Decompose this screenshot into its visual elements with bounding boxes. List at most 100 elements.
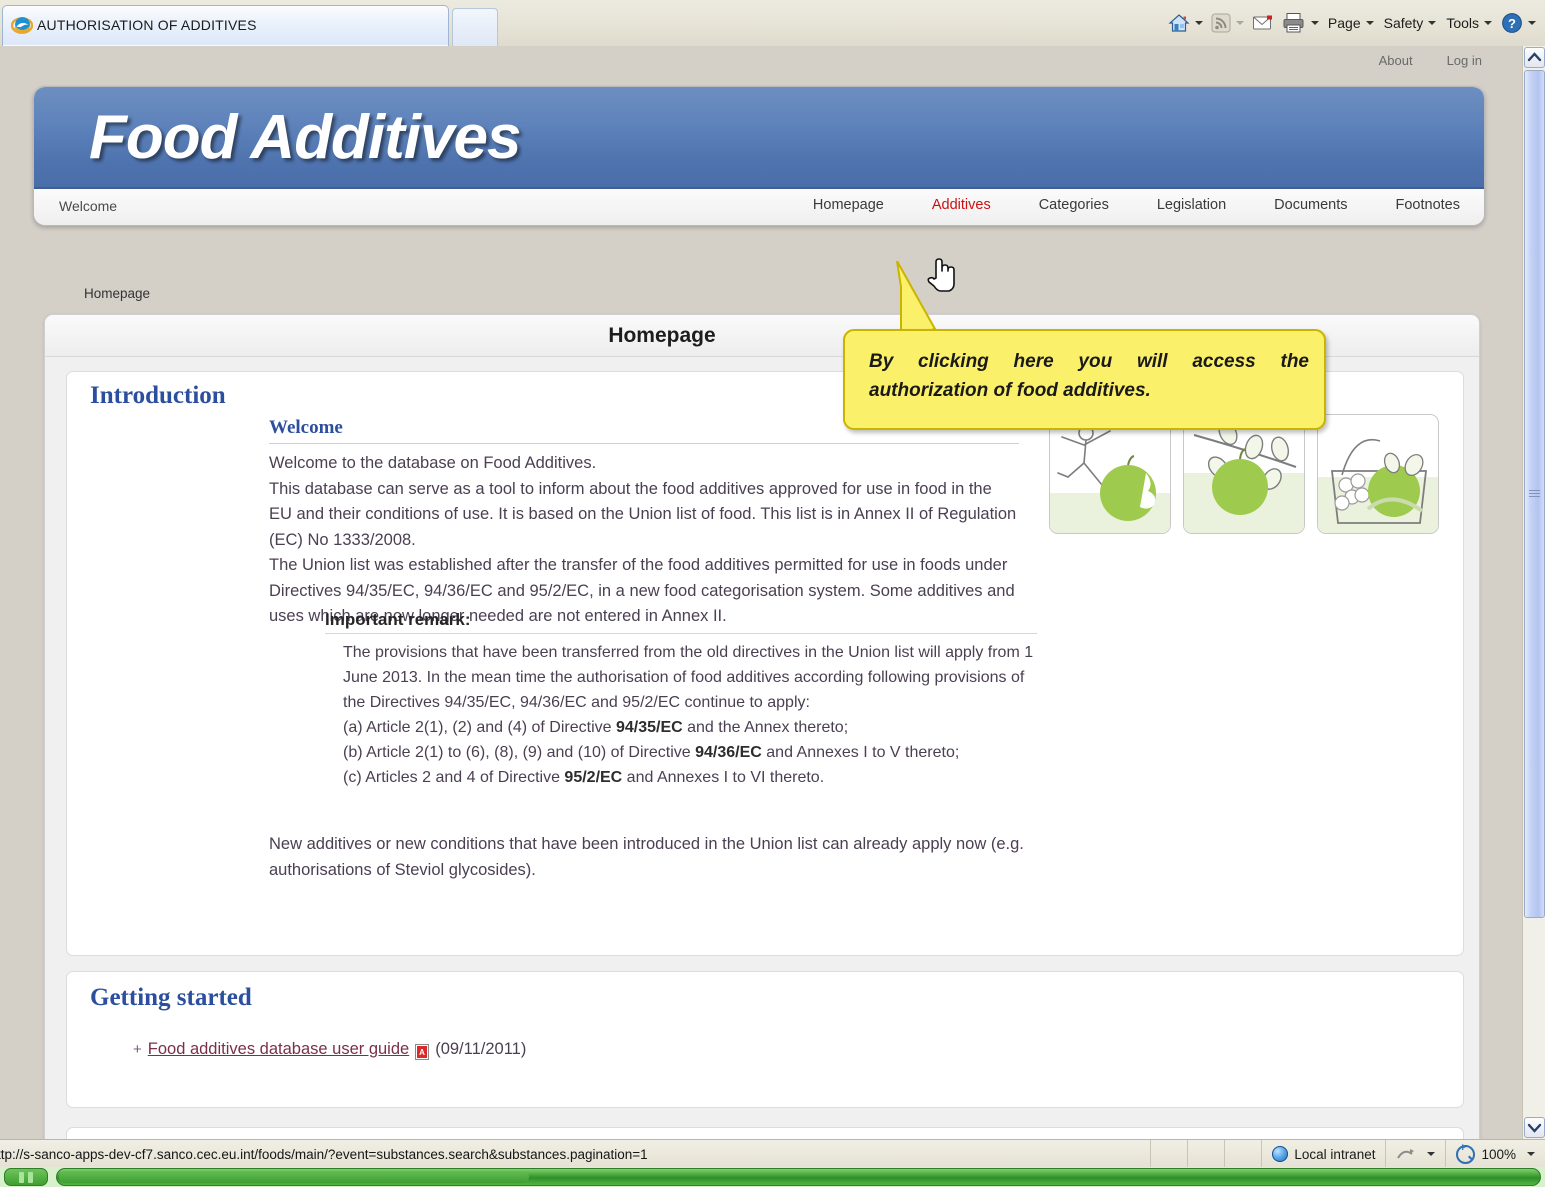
remark-paragraph-1: The provisions that have been transferre… bbox=[343, 644, 1034, 711]
nav-item-categories[interactable]: Categories bbox=[1039, 197, 1109, 213]
zoom-control[interactable]: 100% bbox=[1445, 1140, 1545, 1168]
browser-chrome: AUTHORISATION OF ADDITIVES Page Safety T… bbox=[0, 0, 1545, 47]
getting-started-item: + Food additives database user guide A (… bbox=[133, 1040, 527, 1060]
page-menu-button[interactable]: Page bbox=[1324, 8, 1378, 38]
nav-items: Homepage Additives Categories Legislatio… bbox=[813, 197, 1460, 213]
globe-icon bbox=[1272, 1146, 1289, 1162]
nav-item-documents[interactable]: Documents bbox=[1274, 197, 1347, 213]
compatibility-view-icon bbox=[1397, 1149, 1415, 1159]
introduction-heading: Introduction bbox=[90, 382, 226, 409]
main-navigation: Welcome Homepage Additives Categories Le… bbox=[34, 189, 1484, 225]
nav-item-footnotes[interactable]: Footnotes bbox=[1396, 197, 1461, 213]
scrollbar-thumb[interactable] bbox=[1524, 70, 1545, 918]
home-button[interactable] bbox=[1165, 8, 1206, 38]
nav-item-legislation[interactable]: Legislation bbox=[1157, 197, 1226, 213]
new-tab-button[interactable] bbox=[452, 8, 498, 46]
remark-paragraph-c: (c) Articles 2 and 4 of Directive 95/2/E… bbox=[343, 769, 825, 786]
safety-caret-icon[interactable] bbox=[1428, 21, 1437, 25]
welcome-body: Welcome to the database on Food Additive… bbox=[269, 451, 1019, 630]
pdf-icon[interactable]: A bbox=[415, 1043, 430, 1060]
recorder-progress-track[interactable] bbox=[56, 1168, 1541, 1186]
login-link[interactable]: Log in bbox=[1447, 53, 1482, 68]
recorder-progress-fill bbox=[59, 1171, 529, 1183]
recorder-bar bbox=[0, 1167, 1545, 1187]
vertical-scrollbar[interactable] bbox=[1522, 46, 1545, 1139]
compatibility-caret-icon[interactable] bbox=[1427, 1152, 1436, 1156]
banner-background: Food Additives bbox=[34, 87, 1484, 189]
breadcrumb[interactable]: Homepage bbox=[84, 286, 150, 301]
safety-menu-label: Safety bbox=[1383, 15, 1424, 31]
tools-menu-button[interactable]: Tools bbox=[1442, 8, 1496, 38]
tooltip-callout: By clicking here you will access the aut… bbox=[843, 329, 1326, 430]
remark-paragraph-b: (b) Article 2(1) to (6), (8), (9) and (1… bbox=[343, 744, 960, 761]
zoom-caret-icon[interactable] bbox=[1527, 1152, 1535, 1156]
browser-window: AUTHORISATION OF ADDITIVES Page Safety T… bbox=[0, 0, 1545, 1187]
page-caret-icon[interactable] bbox=[1365, 21, 1374, 25]
status-spacer-1 bbox=[1150, 1140, 1187, 1168]
scrollbar-grip-icon bbox=[1529, 490, 1540, 498]
security-zone[interactable]: Local intranet bbox=[1261, 1140, 1385, 1168]
top-utility-links: About Log in bbox=[1379, 53, 1482, 68]
print-button[interactable] bbox=[1279, 8, 1322, 38]
decorative-images bbox=[1049, 414, 1439, 534]
tools-menu-label: Tools bbox=[1446, 15, 1479, 31]
svg-text:?: ? bbox=[1508, 16, 1516, 31]
compatibility-view-button[interactable] bbox=[1385, 1140, 1445, 1168]
remark-paragraph-a: (a) Article 2(1), (2) and (4) of Directi… bbox=[343, 719, 849, 736]
important-remark-heading: Important remark: bbox=[325, 610, 1037, 634]
help-button[interactable]: ? bbox=[1498, 8, 1539, 38]
pause-bar-right-icon bbox=[28, 1172, 33, 1183]
page-viewport: About Log in Food Additives Welcome Home… bbox=[0, 46, 1522, 1139]
apple-on-branch-image bbox=[1183, 414, 1305, 534]
zoom-icon bbox=[1456, 1142, 1476, 1164]
print-caret-icon[interactable] bbox=[1310, 21, 1319, 25]
introduction-panel: Introduction Welcome Welcome to the data… bbox=[66, 371, 1464, 956]
getting-started-panel: Getting started + Food additives databas… bbox=[66, 971, 1464, 1108]
scroll-up-button[interactable] bbox=[1524, 47, 1545, 68]
page-menu-label: Page bbox=[1327, 15, 1361, 31]
disclaimer-panel: Disclaimer bbox=[66, 1127, 1464, 1139]
scroll-down-button[interactable] bbox=[1524, 1117, 1545, 1138]
security-zone-label: Local intranet bbox=[1294, 1146, 1376, 1162]
status-cells: Local intranet 100% bbox=[1150, 1140, 1545, 1168]
zoom-level: 100% bbox=[1481, 1146, 1516, 1162]
site-header: Food Additives Welcome Homepage Additive… bbox=[33, 86, 1485, 226]
user-guide-link[interactable]: Food additives database user guide bbox=[148, 1040, 409, 1059]
help-caret-icon[interactable] bbox=[1528, 21, 1536, 25]
tools-caret-icon[interactable] bbox=[1484, 21, 1492, 25]
jumping-person-apple-image bbox=[1049, 414, 1171, 534]
closing-paragraph: New additives or new conditions that hav… bbox=[269, 835, 1024, 879]
nav-item-additives[interactable]: Additives bbox=[932, 197, 991, 213]
tab-title: AUTHORISATION OF ADDITIVES bbox=[37, 17, 257, 33]
home-caret-icon[interactable] bbox=[1194, 21, 1203, 25]
fruit-basket-image bbox=[1317, 414, 1439, 534]
getting-started-heading: Getting started bbox=[90, 984, 252, 1011]
safety-menu-button[interactable]: Safety bbox=[1380, 8, 1441, 38]
content-card: Homepage Introduction Welcome Welcome to… bbox=[44, 314, 1480, 1139]
welcome-paragraph-2: This database can serve as a tool to inf… bbox=[269, 479, 1017, 549]
welcome-block: Welcome Welcome to the database on Food … bbox=[269, 417, 1019, 630]
nav-item-homepage[interactable]: Homepage bbox=[813, 197, 884, 213]
command-bar: Page Safety Tools ? bbox=[1165, 4, 1539, 42]
expand-plus-icon[interactable]: + bbox=[133, 1041, 142, 1058]
recorder-pause-button[interactable] bbox=[4, 1168, 48, 1186]
feeds-caret-icon bbox=[1235, 21, 1244, 25]
status-spacer-3 bbox=[1224, 1140, 1261, 1168]
nav-welcome-label: Welcome bbox=[59, 198, 118, 214]
pause-bar-left-icon bbox=[19, 1172, 24, 1183]
internet-explorer-icon bbox=[10, 14, 34, 36]
important-remark-block: Important remark: The provisions that ha… bbox=[325, 610, 1037, 790]
about-link[interactable]: About bbox=[1379, 53, 1413, 68]
feeds-button[interactable] bbox=[1208, 8, 1247, 38]
status-bar: ttp://s-sanco-apps-dev-cf7.sanco.cec.eu.… bbox=[0, 1139, 1545, 1168]
user-guide-date: (09/11/2011) bbox=[435, 1040, 527, 1058]
tooltip-text: By clicking here you will access the aut… bbox=[869, 351, 1309, 401]
status-url: ttp://s-sanco-apps-dev-cf7.sanco.cec.eu.… bbox=[0, 1146, 648, 1162]
svg-text:A: A bbox=[419, 1048, 425, 1057]
site-title: Food Additives bbox=[89, 103, 521, 172]
browser-tab[interactable]: AUTHORISATION OF ADDITIVES bbox=[2, 5, 449, 46]
welcome-paragraph-1: Welcome to the database on Food Additive… bbox=[269, 454, 597, 472]
hand-cursor-icon bbox=[927, 258, 955, 292]
important-remark-body: The provisions that have been transferre… bbox=[343, 640, 1037, 790]
mail-button[interactable] bbox=[1249, 8, 1277, 38]
